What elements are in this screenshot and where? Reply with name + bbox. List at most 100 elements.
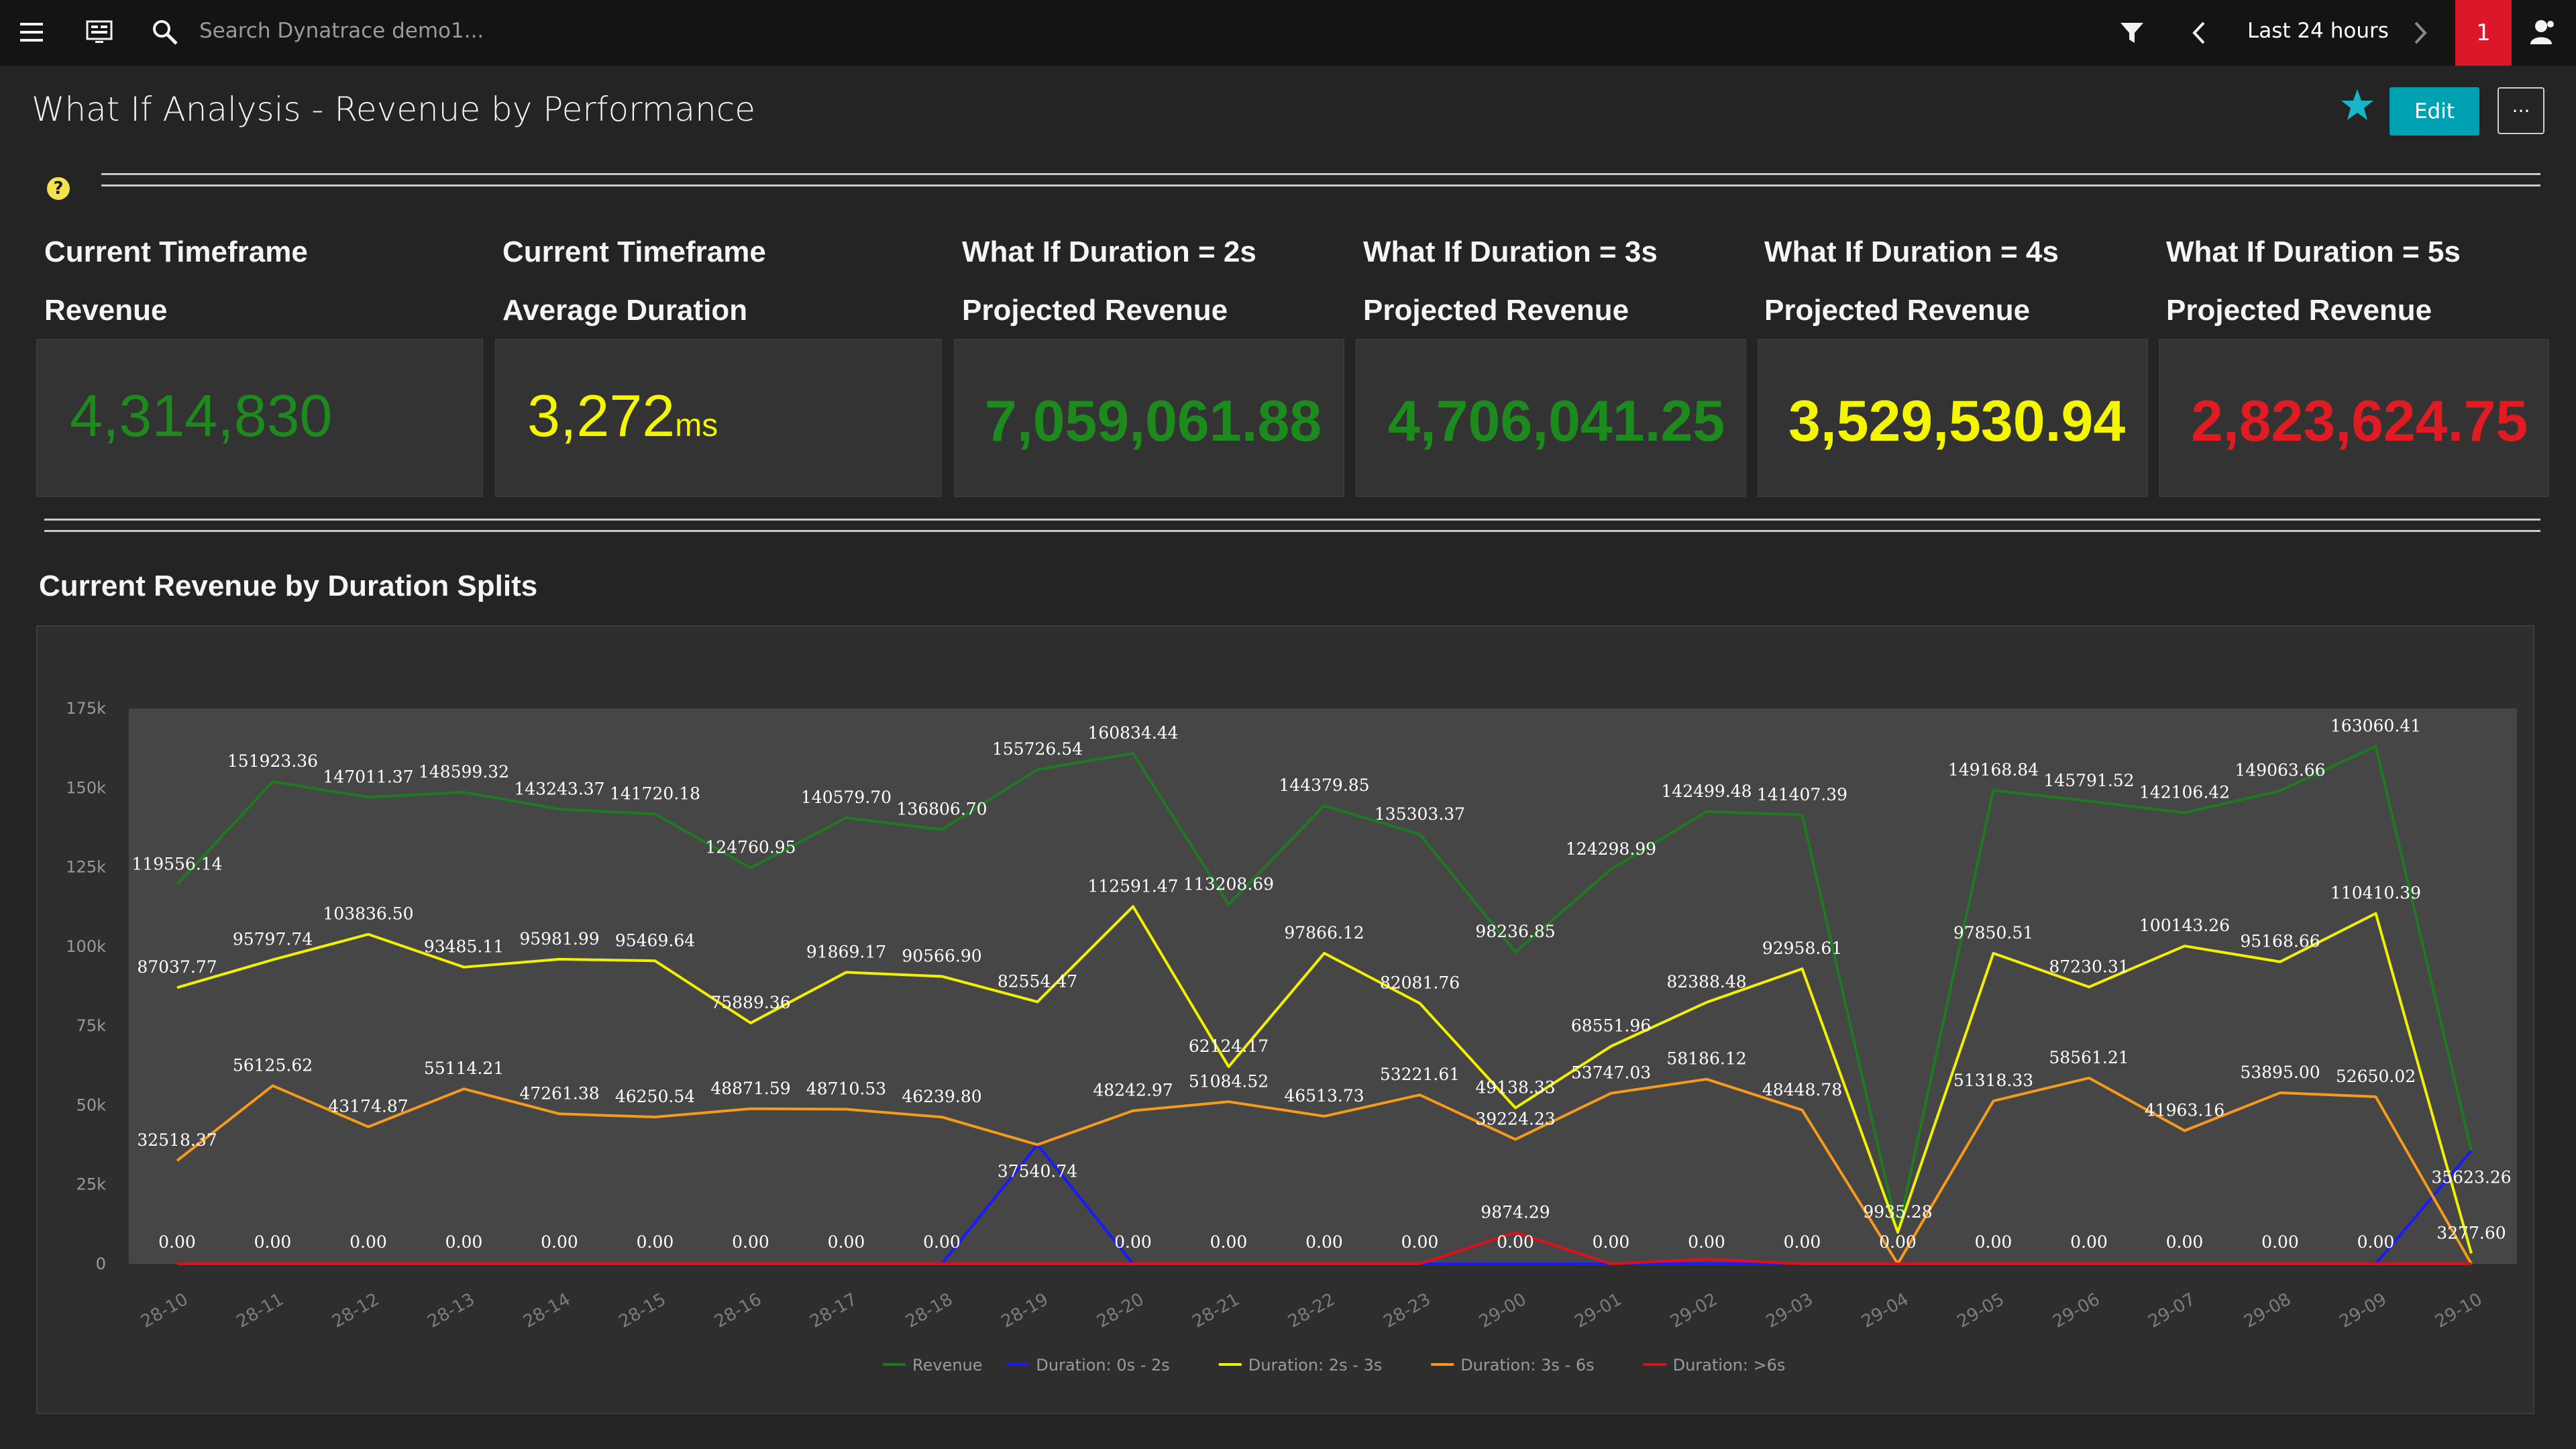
x-tick-label: 29-06: [2049, 1289, 2103, 1332]
search-icon[interactable]: [152, 19, 178, 46]
search-input[interactable]: Search Dynatrace demo1...: [199, 19, 484, 43]
page-title: What If Analysis - Revenue by Performanc…: [32, 90, 756, 129]
data-label: 0.00: [158, 1232, 196, 1252]
data-label: 68551.96: [1571, 1016, 1651, 1036]
revenue-duration-chart[interactable]: 0 25k 50k 75k 100k 125k 150k 175k 28-10 28-11 28-1…: [38, 627, 2533, 1413]
data-label: 151923.36: [227, 751, 318, 771]
data-label: 49138.33: [1475, 1078, 1555, 1097]
x-tick-label: 28-13: [425, 1289, 478, 1332]
data-label: 0.00: [1401, 1232, 1439, 1252]
filter-icon[interactable]: [2120, 21, 2144, 44]
data-label: 0.00: [732, 1232, 769, 1252]
data-label: 97850.51: [1953, 923, 2033, 943]
data-label: 136806.70: [896, 800, 987, 819]
data-label: 95797.74: [233, 930, 313, 949]
tile-value: 4,314,830: [70, 382, 333, 449]
menu-icon[interactable]: [20, 23, 43, 42]
tile-title: What If Duration = 2s Projected Revenue: [962, 235, 1256, 327]
tile-value: 2,823,624.75: [2191, 389, 2528, 453]
data-label: 46513.73: [1284, 1086, 1364, 1106]
data-label: 53221.61: [1380, 1065, 1460, 1084]
help-icon[interactable]: ?: [47, 177, 70, 200]
x-tick-label: 29-07: [2145, 1289, 2199, 1332]
x-tick-label: 29-01: [1572, 1289, 1625, 1332]
data-label: 98236.85: [1475, 922, 1555, 941]
legend-entry: Duration: 3s - 6s: [1460, 1356, 1594, 1375]
y-tick-label: 50k: [76, 1095, 107, 1114]
data-label: 0.00: [1305, 1232, 1343, 1252]
data-label: 135303.37: [1375, 804, 1465, 824]
data-label: 47261.38: [519, 1083, 599, 1103]
chart-panel[interactable]: 0 25k 50k 75k 100k 125k 150k 175k 28-10 28-11 28-1…: [36, 625, 2534, 1414]
data-label: 0.00: [2166, 1232, 2204, 1252]
data-label: 53747.03: [1571, 1063, 1651, 1083]
data-label: 144379.85: [1279, 775, 1369, 795]
data-label: 0.00: [923, 1232, 961, 1252]
tile-title: What If Duration = 3s Projected Revenue: [1363, 235, 1658, 327]
dashboard-icon[interactable]: [86, 20, 113, 44]
data-label: 0.00: [254, 1232, 292, 1252]
data-label: 82554.47: [998, 971, 1077, 991]
x-tick-label: 28-17: [807, 1289, 861, 1332]
user-icon[interactable]: [2529, 19, 2556, 46]
data-label: 110410.39: [2330, 883, 2421, 903]
data-label: 90566.90: [902, 946, 981, 965]
data-label: 95981.99: [519, 929, 599, 949]
tile-value: 3,272ms: [527, 382, 718, 449]
data-label: 100143.26: [2139, 916, 2230, 935]
data-label: 51318.33: [1953, 1071, 2033, 1090]
data-label: 0.00: [637, 1232, 674, 1252]
data-label: 46239.80: [902, 1087, 981, 1106]
data-label: 95469.64: [615, 930, 695, 950]
data-label: 160834.44: [1087, 723, 1178, 743]
chevron-left-icon[interactable]: [2192, 21, 2206, 44]
favorite-star-icon[interactable]: [2340, 87, 2375, 122]
data-label: 37540.74: [998, 1161, 1077, 1181]
data-label: 51084.52: [1189, 1071, 1269, 1091]
data-label: 155726.54: [992, 739, 1083, 759]
markdown-divider: [101, 173, 2540, 186]
data-label: 0.00: [1688, 1232, 1725, 1252]
data-label: 142106.42: [2139, 783, 2230, 802]
data-label: 103836.50: [323, 904, 413, 924]
problems-badge[interactable]: 1: [2455, 0, 2512, 66]
data-label: 62124.17: [1189, 1036, 1269, 1056]
tile-title: Current Timeframe Revenue: [44, 235, 308, 327]
data-label: 142499.48: [1661, 782, 1752, 801]
data-label: 93485.11: [424, 937, 504, 957]
chevron-right-icon[interactable]: [2413, 21, 2428, 44]
data-label: 55114.21: [424, 1059, 504, 1078]
x-tick-label: 29-09: [2337, 1289, 2390, 1332]
data-label: 0.00: [350, 1232, 387, 1252]
x-tick-label: 28-10: [138, 1289, 191, 1332]
data-label: 95168.66: [2240, 932, 2320, 951]
data-label: 149063.66: [2235, 761, 2325, 780]
legend-entry: Duration: 2s - 3s: [1248, 1356, 1382, 1375]
y-tick-label: 75k: [76, 1016, 107, 1035]
legend-entry: Revenue: [912, 1356, 983, 1375]
data-label: 97866.12: [1284, 923, 1364, 943]
data-label: 32518.37: [137, 1130, 217, 1150]
data-label: 0.00: [1879, 1232, 1917, 1252]
data-label: 58186.12: [1666, 1049, 1746, 1069]
data-label: 112591.47: [1087, 876, 1178, 896]
data-label: 91869.17: [806, 942, 886, 961]
tile-value: 4,706,041.25: [1388, 389, 1725, 453]
data-label: 0.00: [1497, 1232, 1534, 1252]
x-tick-label: 29-00: [1476, 1289, 1529, 1332]
edit-button[interactable]: Edit: [2390, 87, 2479, 136]
timeframe-selector[interactable]: Last 24 hours: [2247, 19, 2389, 43]
data-label: 41963.16: [2145, 1100, 2224, 1120]
top-bar: Search Dynatrace demo1... Last 24 hours …: [0, 0, 2576, 66]
x-tick-label: 28-15: [616, 1289, 669, 1332]
y-tick-label: 25k: [76, 1175, 107, 1194]
x-tick-label: 29-05: [1954, 1289, 2008, 1332]
data-label: 0.00: [1593, 1232, 1630, 1252]
x-tick-label: 28-22: [1285, 1289, 1338, 1332]
data-label: 0.00: [2357, 1232, 2395, 1252]
y-tick-label: 100k: [66, 937, 106, 956]
legend-entry: Duration: 0s - 2s: [1036, 1356, 1169, 1375]
more-options-button[interactable]: ···: [2498, 87, 2544, 134]
tile-unit: ms: [675, 408, 718, 443]
data-label: 147011.37: [323, 767, 413, 786]
